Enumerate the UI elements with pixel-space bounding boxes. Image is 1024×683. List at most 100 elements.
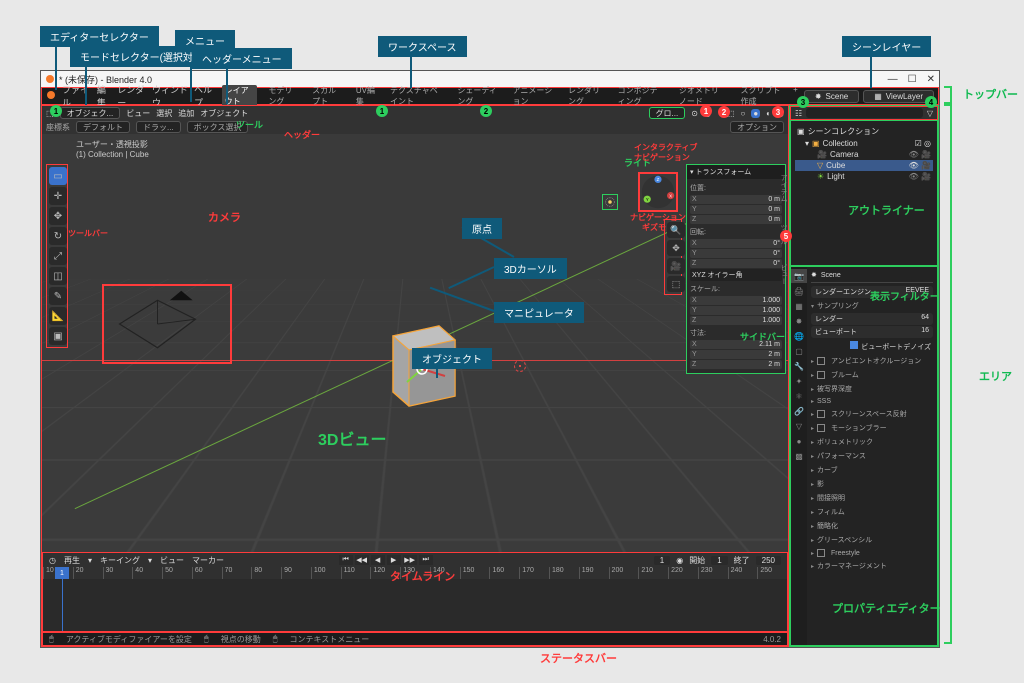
prop-tab-world-icon[interactable]: 🌐	[791, 329, 807, 343]
shading-wire-icon[interactable]: ○	[740, 109, 745, 118]
prev-key-icon[interactable]: ◀◀	[355, 555, 369, 565]
orientation-dropdown[interactable]: デフォルト	[76, 121, 130, 133]
viewport-samples[interactable]: ビューポート16	[811, 326, 933, 338]
prop-tab-modifier-icon[interactable]: 🔧	[791, 359, 807, 373]
vh-menu-view[interactable]: ビュー	[126, 108, 150, 119]
prop-sec-indirect[interactable]: 間接照明	[811, 491, 933, 505]
ws-render[interactable]: レンダリング	[565, 85, 607, 107]
pan-icon[interactable]: ✥	[667, 240, 685, 256]
scale-z[interactable]: Z1.000	[690, 316, 782, 325]
timeline-body[interactable]	[43, 579, 787, 631]
close-icon[interactable]: ✕	[927, 74, 935, 85]
prop-sec-film[interactable]: フィルム	[811, 505, 933, 519]
outliner-body[interactable]: ▣ シーンコレクション ▾ ▣ Collection ☑ ◎ 🎥 Camera …	[790, 120, 938, 266]
global-dropdown[interactable]: グロ...	[649, 107, 686, 119]
start-frame[interactable]: 1	[711, 556, 727, 565]
prop-tab-render-icon[interactable]: 📷	[791, 269, 807, 283]
perspective-icon[interactable]: ⬚	[667, 276, 685, 292]
tab-item[interactable]: アイテム	[778, 174, 788, 202]
tool-transform-icon[interactable]: ◫	[49, 267, 67, 285]
ws-geonodes[interactable]: ジオメトリノード	[676, 85, 730, 107]
ws-comp[interactable]: コンポジティング	[615, 85, 668, 107]
prop-tab-object-icon[interactable]: ▢	[791, 344, 807, 358]
tl-menu-play[interactable]: 再生	[64, 555, 80, 566]
prop-sec-curves[interactable]: カーブ	[811, 463, 933, 477]
vh-menu-object[interactable]: オブジェクト	[200, 108, 248, 119]
n-panel-header[interactable]: ▾ トランスフォーム	[687, 165, 785, 179]
nav-gizmo[interactable]: Z X Y	[638, 172, 678, 212]
options-dropdown[interactable]: オプション	[730, 121, 784, 133]
prop-tab-scene-icon[interactable]: ✸	[791, 314, 807, 328]
shading-material-icon[interactable]: ◐	[766, 109, 771, 118]
tree-scene-collection[interactable]: ▣ シーンコレクション	[795, 125, 933, 138]
scene-dropdown[interactable]: ✸ Scene	[804, 90, 859, 103]
end-frame[interactable]: 250	[756, 556, 781, 565]
blender-logo-icon[interactable]	[46, 90, 56, 102]
prop-sec-performance[interactable]: パフォーマンス	[811, 449, 933, 463]
tl-menu-keying[interactable]: キーイング	[100, 555, 140, 566]
mode-dropdown[interactable]: オブジェク...	[60, 107, 121, 119]
play-icon[interactable]: ▶	[387, 555, 401, 565]
rot-x[interactable]: X0°	[690, 239, 782, 248]
tool-move-icon[interactable]: ✥	[49, 207, 67, 225]
outliner-search[interactable]	[806, 108, 923, 118]
tab-view[interactable]: ビュー	[778, 264, 788, 285]
prop-tab-physics-icon[interactable]: ⚛	[791, 389, 807, 403]
loc-z[interactable]: Z0 m	[690, 215, 782, 224]
prop-tab-material-icon[interactable]: ●	[791, 434, 807, 448]
gizmo-toggle-icon[interactable]: ⊙	[691, 109, 698, 118]
tree-light[interactable]: ☀ Light 👁 🎥	[795, 171, 933, 182]
denoise-check[interactable]: ビューポートデノイズ	[811, 339, 933, 354]
jump-end-icon[interactable]: ⏭	[419, 555, 433, 565]
tool-addcube-icon[interactable]: ▣	[49, 327, 67, 345]
render-samples[interactable]: レンダー64	[811, 313, 933, 325]
ws-anim[interactable]: アニメーション	[510, 85, 557, 107]
tool-cursor-icon[interactable]: ✛	[49, 187, 67, 205]
loc-y[interactable]: Y0 m	[690, 205, 782, 214]
tool-measure-icon[interactable]: 📐	[49, 307, 67, 325]
tool-scale-icon[interactable]: ⤢	[49, 247, 67, 265]
prop-sec-colormgmt[interactable]: カラーマネージメント	[811, 559, 933, 573]
ws-modeling[interactable]: モデリング	[265, 85, 301, 107]
prop-tab-texture-icon[interactable]: ▩	[791, 449, 807, 463]
tree-camera[interactable]: 🎥 Camera 👁 🎥	[795, 149, 933, 160]
tool-rotate-icon[interactable]: ↻	[49, 227, 67, 245]
cursor-3d[interactable]	[514, 360, 526, 372]
tl-menu-marker[interactable]: マーカー	[192, 555, 224, 566]
prop-sec-shadow[interactable]: 影	[811, 477, 933, 491]
ws-shading[interactable]: シェーディング	[454, 85, 501, 107]
vh-menu-add[interactable]: 追加	[178, 108, 194, 119]
ws-texpaint[interactable]: テクスチャペイント	[387, 85, 446, 107]
scale-x[interactable]: X1.000	[690, 296, 782, 305]
tl-menu-view[interactable]: ビュー	[160, 555, 184, 566]
max-icon[interactable]: ☐	[908, 74, 917, 85]
prop-sec-gp[interactable]: グリースペンシル	[811, 533, 933, 547]
prop-sec-bloom[interactable]: ブルーム	[811, 368, 933, 382]
prop-tab-output-icon[interactable]: 🖨	[791, 284, 807, 298]
prop-sec-simplify[interactable]: 簡略化	[811, 519, 933, 533]
ws-uv[interactable]: UV編集	[353, 85, 379, 107]
autokey-icon[interactable]: ◉	[676, 556, 683, 565]
ws-sculpt[interactable]: スカルプト	[309, 85, 345, 107]
prop-tab-constraint-icon[interactable]: 🔗	[791, 404, 807, 418]
viewport-3d[interactable]: ユーザー・透視投影 (1) Collection | Cube ▭ ✛ ✥ ↻ …	[42, 134, 788, 552]
filter-icon[interactable]: ▽	[927, 109, 933, 118]
prop-sec-ao[interactable]: アンビエントオクルージョン	[811, 354, 933, 368]
tree-collection[interactable]: ▾ ▣ Collection ☑ ◎	[795, 138, 933, 149]
viewlayer-dropdown[interactable]: ▦ ViewLayer	[863, 90, 934, 103]
scale-y[interactable]: Y1.000	[690, 306, 782, 315]
tool-select-icon[interactable]: ▭	[49, 167, 67, 185]
shading-solid-icon[interactable]: ●	[751, 109, 760, 118]
prop-tab-particle-icon[interactable]: ✦	[791, 374, 807, 388]
outliner-icon[interactable]: ☷	[795, 109, 802, 118]
vh-menu-select[interactable]: 選択	[156, 108, 172, 119]
rot-z[interactable]: Z0°	[690, 259, 782, 268]
tool-annotate-icon[interactable]: ✎	[49, 287, 67, 305]
playhead[interactable]: 1	[55, 567, 69, 579]
prop-sec-ssr[interactable]: スクリーンスペース反射	[811, 407, 933, 421]
prop-sec-sss[interactable]: SSS	[811, 396, 933, 407]
ws-script[interactable]: スクリプト作成	[737, 85, 785, 107]
next-key-icon[interactable]: ▶▶	[403, 555, 417, 565]
prop-sec-volumetric[interactable]: ボリュメトリック	[811, 435, 933, 449]
drag-dropdown[interactable]: ドラッ...	[136, 121, 181, 133]
